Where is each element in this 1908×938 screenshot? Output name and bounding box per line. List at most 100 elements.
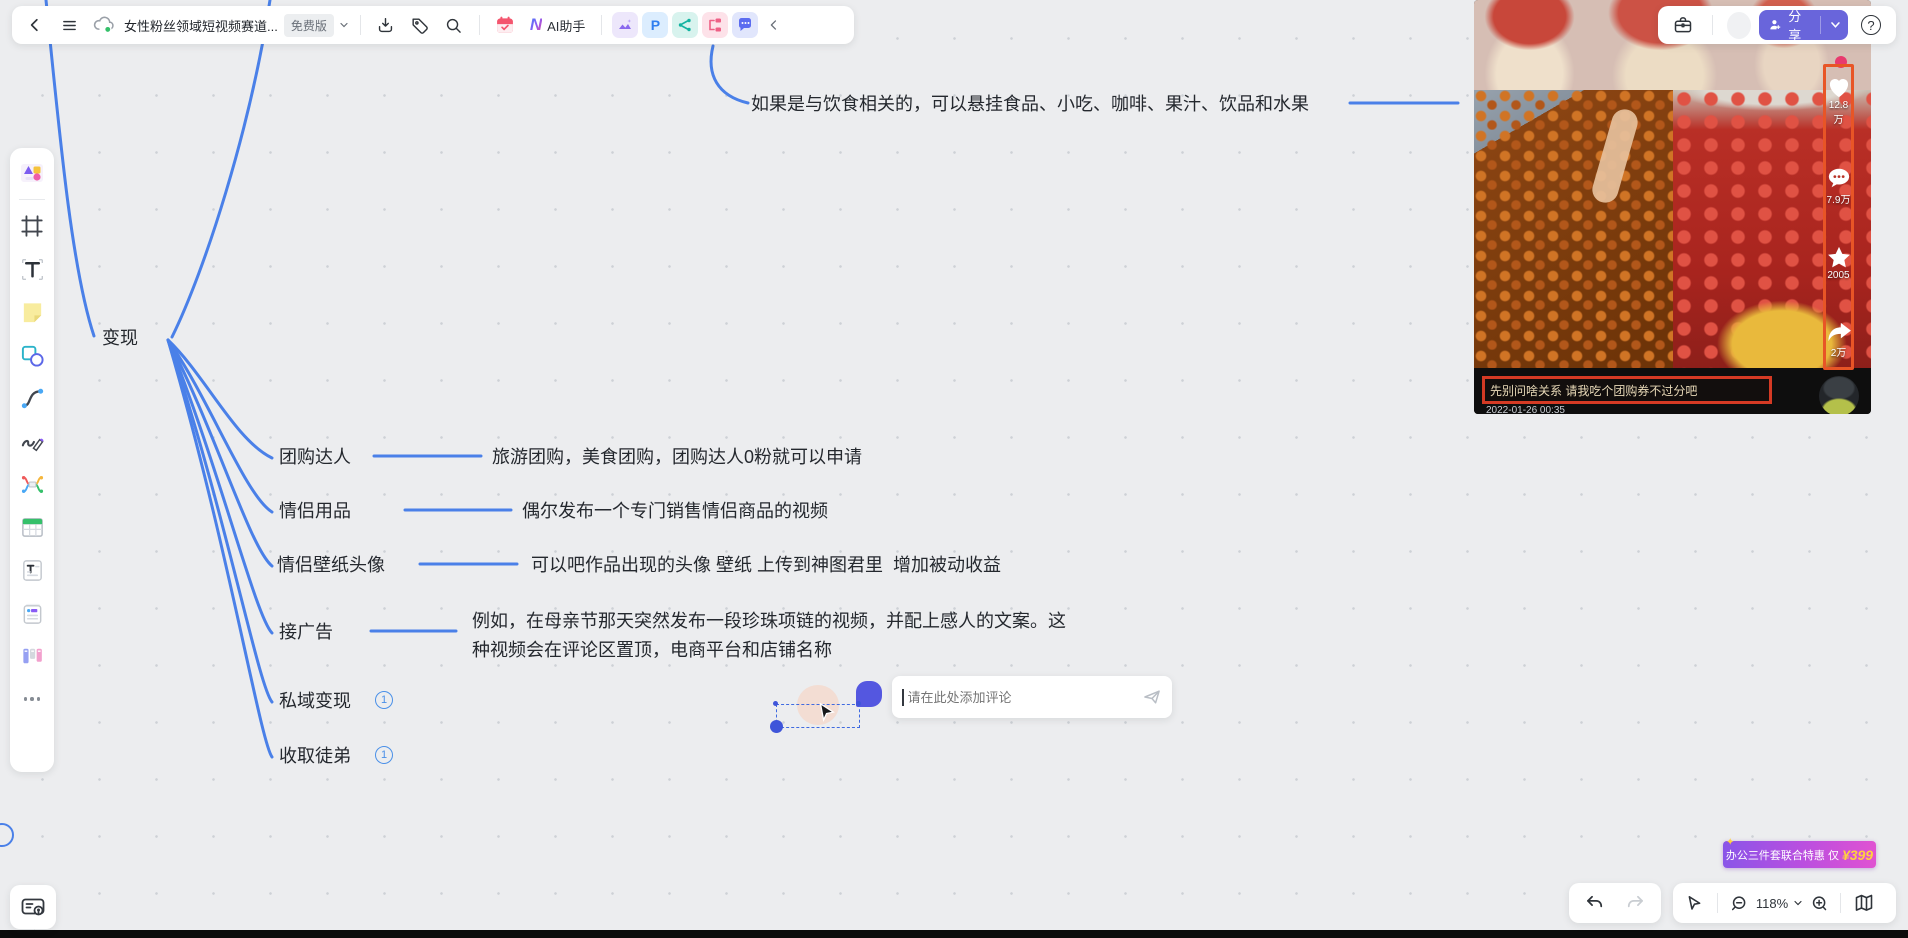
- selection-handle[interactable]: [770, 720, 783, 733]
- text-document-tool[interactable]: [15, 553, 49, 587]
- kanban-tool[interactable]: [15, 639, 49, 673]
- divider: [1712, 15, 1713, 35]
- mindmap-note-ads[interactable]: 例如，在母亲节那天突然发布一段珍珠项链的视频，并配上感人的文案。这种视频会在评论…: [472, 607, 1076, 665]
- document-title[interactable]: 女性粉丝领域短视频赛道...: [124, 16, 278, 35]
- mindmap-node-apprentice[interactable]: 收取徒弟: [279, 745, 351, 767]
- mouse-cursor: [815, 701, 837, 725]
- select-pointer-button[interactable]: [1679, 888, 1709, 918]
- more-tools-button[interactable]: [15, 682, 49, 716]
- chat-app-icon[interactable]: [732, 12, 758, 38]
- redo-button[interactable]: [1620, 888, 1650, 918]
- left-tool-sidebar: [10, 148, 54, 772]
- text-caret: [902, 689, 904, 706]
- divider: [19, 199, 45, 200]
- engagement-rail-highlight: 12.8万 7.9万 2005 2万: [1823, 64, 1854, 370]
- divider: [1820, 16, 1821, 34]
- cloud-sync-icon: [88, 10, 118, 40]
- insert-image-app-icon[interactable]: [612, 12, 638, 38]
- mindmap-node-root[interactable]: 变现: [102, 327, 138, 349]
- text-tool[interactable]: [15, 252, 49, 286]
- divider: [1717, 893, 1718, 913]
- share-button-label: 分享: [1788, 6, 1810, 44]
- zoom-in-button[interactable]: [1806, 888, 1832, 918]
- mindmap-app-icon[interactable]: [672, 12, 698, 38]
- mindmap-note-food[interactable]: 如果是与饮食相关的，可以悬挂食品、小吃、咖啡、果汁、饮品和水果: [751, 93, 1309, 115]
- frame-tool[interactable]: [15, 209, 49, 243]
- zoom-out-button[interactable]: [1726, 888, 1752, 918]
- shapes-tool[interactable]: [15, 338, 49, 372]
- divider: [360, 15, 361, 35]
- minimap-button[interactable]: [1849, 888, 1879, 918]
- selection-handle[interactable]: [773, 701, 778, 706]
- mindmap-node-wallpaper[interactable]: 情侣壁纸头像: [277, 554, 385, 576]
- sticky-note-tool[interactable]: [15, 295, 49, 329]
- video-caption-highlight: 先别问啥关系 请我吃个团购券不过分吧: [1482, 376, 1772, 404]
- mindmap-note-couple-goods[interactable]: 偶尔发布一个专门销售情侣商品的视频: [522, 500, 828, 522]
- whiteboard-canvas[interactable]: 变现 如果是与饮食相关的，可以悬挂食品、小吃、咖啡、果汁、饮品和水果 团购达人 …: [0, 0, 1908, 938]
- plan-dropdown-icon[interactable]: [338, 19, 350, 31]
- top-toolbar: 女性粉丝领域短视频赛道... 免费版 N AI助手 P: [12, 6, 854, 44]
- share-arrow-icon: [1826, 321, 1852, 343]
- tag-button[interactable]: [405, 10, 435, 40]
- export-download-button[interactable]: [371, 10, 401, 40]
- connector-tool[interactable]: [15, 381, 49, 415]
- comment-count: 7.9万: [1827, 191, 1851, 206]
- pen-tool[interactable]: [15, 424, 49, 458]
- user-avatar[interactable]: [1727, 12, 1751, 39]
- note-count-badge[interactable]: 1: [375, 746, 393, 764]
- back-button[interactable]: [20, 10, 50, 40]
- collapse-toolbar-button[interactable]: [762, 10, 786, 40]
- help-button[interactable]: ?: [1856, 10, 1886, 40]
- table-tool[interactable]: [15, 510, 49, 544]
- templates-tool[interactable]: [15, 156, 49, 190]
- favorite-count: 2005: [1827, 270, 1849, 281]
- promo-banner[interactable]: ✦ 办公三件套联合特惠 仅 ¥399: [1723, 841, 1876, 868]
- share-dropdown-icon[interactable]: [1827, 19, 1844, 31]
- mindmap-node-couple-goods[interactable]: 情侣用品: [279, 500, 351, 522]
- send-comment-icon[interactable]: [1142, 687, 1162, 707]
- flowchart-app-icon[interactable]: [702, 12, 728, 38]
- mindmap-tool[interactable]: [15, 467, 49, 501]
- divider: [1840, 893, 1841, 913]
- bottom-screen-strip: [0, 930, 1908, 938]
- mindmap-node-groupbuy[interactable]: 团购达人: [279, 446, 351, 468]
- mindmap-note-wallpaper[interactable]: 可以吧作品出现的头像 壁纸 上传到神图君里 增加被动收益: [531, 554, 1001, 576]
- zoom-toolbar: 118%: [1673, 883, 1896, 923]
- photo-candied-fruit: [1474, 90, 1673, 372]
- main-menu-button[interactable]: [54, 10, 84, 40]
- promo-sparkle-icon: ✦: [1726, 837, 1734, 848]
- share-button[interactable]: 分享: [1759, 10, 1848, 40]
- mindmap-note-groupbuy[interactable]: 旅游团购，美食团购，团购达人0粉就可以申请: [492, 446, 862, 468]
- selection-handle[interactable]: [856, 701, 861, 706]
- share-person-icon: [1769, 17, 1783, 33]
- like-icon: [1826, 75, 1852, 99]
- header-right-toolbar: 分享 ?: [1658, 6, 1896, 44]
- pages-app-icon[interactable]: P: [642, 12, 668, 38]
- video-caption-text: 先别问啥关系 请我吃个团购券不过分吧: [1485, 382, 1702, 399]
- promo-price: ¥399: [1842, 847, 1873, 863]
- video-date-text: 2022-01-26 00:35: [1486, 405, 1565, 414]
- note-count-badge[interactable]: 1: [375, 691, 393, 709]
- comment-input[interactable]: [906, 689, 1143, 706]
- like-count: 12.8万: [1826, 100, 1852, 126]
- share-count: 2万: [1831, 344, 1847, 359]
- promo-text: 办公三件套联合特惠 仅: [1726, 847, 1839, 863]
- mindmap-node-private-domain[interactable]: 私域变现: [279, 690, 351, 712]
- card-doc-tool[interactable]: [15, 596, 49, 630]
- zoom-level-display[interactable]: 118%: [1754, 896, 1790, 911]
- undo-redo-toolbar: [1569, 883, 1661, 923]
- presentation-mode-button[interactable]: [10, 885, 56, 929]
- undo-button[interactable]: [1580, 888, 1610, 918]
- divider: [601, 15, 602, 35]
- calendar-checkin-button[interactable]: [490, 10, 520, 40]
- video-screenshot-card[interactable]: 先别问啥关系 请我吃个团购券不过分吧 2022-01-26 00:35 12.8…: [1474, 0, 1871, 414]
- ai-assistant-button[interactable]: N AI助手: [524, 10, 592, 40]
- search-button[interactable]: [439, 10, 469, 40]
- mindmap-node-ads[interactable]: 接广告: [279, 621, 333, 643]
- plan-badge[interactable]: 免费版: [284, 14, 334, 37]
- comment-input-box[interactable]: [892, 676, 1172, 718]
- video-author-avatar: [1819, 376, 1859, 414]
- ai-logo-icon: N: [530, 15, 542, 35]
- zoom-dropdown-icon[interactable]: [1792, 897, 1804, 909]
- toolbox-button[interactable]: [1668, 10, 1698, 40]
